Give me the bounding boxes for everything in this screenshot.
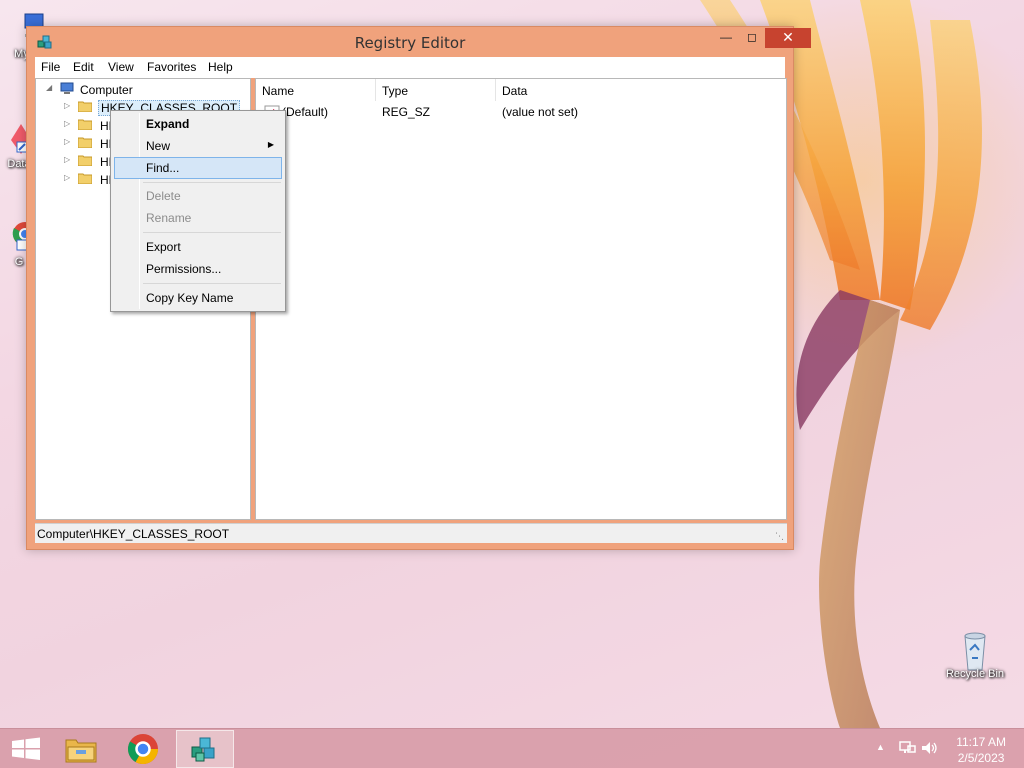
- column-header-data[interactable]: Data: [496, 79, 786, 101]
- menu-item-copy-key-name[interactable]: Copy Key Name: [114, 287, 282, 309]
- menu-favorites[interactable]: Favorites: [147, 60, 196, 74]
- context-menu: Expand New ▶ Find... Delete Rename Expor…: [110, 110, 286, 312]
- value-name: (Default): [282, 105, 329, 119]
- expand-icon[interactable]: ▷: [64, 137, 73, 149]
- minimize-icon: —: [720, 30, 732, 44]
- title-bar[interactable]: Registry Editor — ◻ ✕: [27, 27, 811, 57]
- menu-item-expand[interactable]: Expand: [114, 113, 282, 135]
- menu-separator: [143, 283, 281, 284]
- resize-grip-icon[interactable]: ⋱: [775, 531, 785, 541]
- menu-item-label: Delete: [146, 189, 181, 203]
- close-button[interactable]: ✕: [765, 28, 811, 48]
- desktop-icon-label: Recycle Bin: [945, 668, 1005, 680]
- menu-help[interactable]: Help: [208, 60, 233, 74]
- value-list[interactable]: Name Type Data ab (Default) REG_SZ (valu…: [255, 78, 787, 520]
- menu-item-delete[interactable]: Delete: [114, 185, 282, 207]
- taskbar-clock[interactable]: 11:17 AM 2/5/2023: [956, 734, 1006, 766]
- folder-icon: [77, 154, 93, 167]
- tree-root-computer[interactable]: ◢ Computer: [44, 81, 244, 99]
- taskbar-registry-editor[interactable]: [176, 730, 234, 768]
- menu-item-label: New: [146, 139, 171, 153]
- close-icon: ✕: [782, 29, 794, 45]
- menu-item-label: Rename: [146, 211, 192, 225]
- table-row[interactable]: ab (Default) REG_SZ (value not set): [256, 103, 786, 121]
- expand-icon[interactable]: ▷: [64, 173, 73, 185]
- taskbar-chrome[interactable]: [114, 730, 172, 768]
- menu-view[interactable]: View: [108, 60, 134, 74]
- taskbar-file-explorer[interactable]: [52, 730, 110, 768]
- maximize-button[interactable]: ◻: [739, 28, 765, 48]
- expand-icon[interactable]: ▷: [64, 119, 73, 131]
- folder-icon: [77, 100, 93, 113]
- menu-item-rename[interactable]: Rename: [114, 207, 282, 229]
- clock-date: 2/5/2023: [957, 751, 1005, 765]
- menu-item-find[interactable]: Find...: [114, 157, 282, 179]
- expand-icon[interactable]: ▷: [64, 101, 73, 113]
- registry-app-icon: [191, 737, 215, 762]
- folder-icon: [77, 136, 93, 149]
- menu-edit[interactable]: Edit: [73, 60, 94, 74]
- menu-bar: File Edit View Favorites Help: [35, 57, 785, 78]
- status-bar: Computer\HKEY_CLASSES_ROOT ⋱: [35, 523, 787, 543]
- windows-logo-icon: [12, 737, 40, 760]
- window-title: Registry Editor: [354, 34, 466, 52]
- tree-label: Computer: [80, 83, 133, 97]
- file-explorer-icon: [65, 739, 97, 763]
- show-hidden-icons-icon[interactable]: ▲: [876, 742, 885, 752]
- network-icon[interactable]: [898, 740, 916, 759]
- menu-item-new[interactable]: New ▶: [114, 135, 282, 157]
- minimize-button[interactable]: —: [713, 28, 739, 48]
- system-tray: ▲: [872, 729, 942, 768]
- value-data: (value not set): [502, 105, 579, 119]
- menu-item-label: Copy Key Name: [146, 291, 234, 305]
- desktop-icon-recycle-bin[interactable]: Recycle Bin: [940, 630, 1010, 680]
- desktop-icon-label: G: [14, 256, 24, 268]
- menu-item-label: Expand: [146, 117, 190, 131]
- menu-separator: [143, 182, 281, 183]
- menu-item-export[interactable]: Export: [114, 236, 282, 258]
- menu-item-permissions[interactable]: Permissions...: [114, 258, 282, 280]
- status-path: Computer\HKEY_CLASSES_ROOT: [37, 527, 230, 541]
- folder-icon: [77, 118, 93, 131]
- menu-file[interactable]: File: [41, 60, 60, 74]
- recycle-bin-icon: [957, 630, 993, 671]
- folder-icon: [77, 172, 93, 185]
- menu-item-label: Export: [146, 240, 181, 254]
- menu-item-label: Permissions...: [146, 262, 222, 276]
- column-header-name[interactable]: Name: [256, 79, 376, 101]
- chrome-icon: [127, 734, 158, 765]
- submenu-arrow-icon: ▶: [267, 140, 274, 149]
- taskbar: ▲ 11:17 AM 2/5/2023: [0, 728, 1024, 768]
- clock-time: 11:17 AM: [956, 735, 1006, 749]
- volume-icon[interactable]: [920, 740, 938, 759]
- column-header-type[interactable]: Type: [376, 79, 496, 101]
- menu-separator: [143, 232, 281, 233]
- collapse-icon[interactable]: ◢: [46, 83, 55, 95]
- menu-item-label: Find...: [146, 161, 180, 175]
- computer-icon: [60, 82, 74, 94]
- expand-icon[interactable]: ▷: [64, 155, 73, 167]
- start-button[interactable]: [0, 730, 58, 768]
- value-type: REG_SZ: [382, 105, 431, 119]
- maximize-icon: ◻: [747, 30, 757, 44]
